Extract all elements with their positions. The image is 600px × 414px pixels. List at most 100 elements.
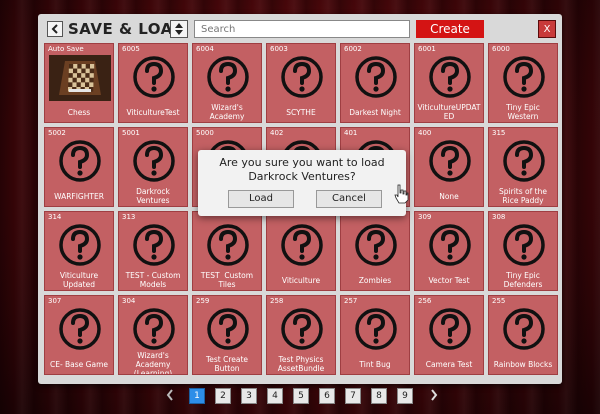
save-tile[interactable]: 6002 Darkest Night (340, 43, 410, 123)
chevron-left-icon (166, 389, 173, 401)
load-button[interactable]: Load (228, 190, 294, 208)
save-tile[interactable]: 309 Vector Test (414, 211, 484, 291)
tile-name-label: Vector Test (428, 275, 470, 285)
save-tile[interactable]: 258 Test Physics AssetBundle (266, 295, 336, 375)
tile-name-label: WARFIGHTER (54, 191, 104, 201)
cancel-button[interactable]: Cancel (316, 190, 382, 208)
tile-name-label: ViticultureTest (126, 107, 180, 117)
question-mark-icon (354, 223, 398, 267)
save-tile[interactable]: 6000 Tiny Epic Western (488, 43, 558, 123)
tile-id-label: 6005 (122, 45, 140, 53)
page-button[interactable]: 8 (371, 388, 387, 404)
page-button[interactable]: 9 (397, 388, 413, 404)
next-page-button[interactable] (427, 388, 441, 404)
search-input[interactable] (194, 20, 410, 38)
tile-name-label: Darkest Night (349, 107, 401, 117)
hand-cursor-icon (394, 184, 409, 204)
question-mark-icon (132, 223, 176, 267)
save-tile[interactable]: 257 Tint Bug (340, 295, 410, 375)
create-button[interactable]: Create (416, 20, 484, 38)
save-tile[interactable]: 313 TEST - Custom Models (118, 211, 188, 291)
tile-name-label: Chess (67, 107, 91, 117)
save-tile[interactable]: 256 Camera Test (414, 295, 484, 375)
tile-id-label: 402 (270, 129, 284, 137)
tile-id-label: 6004 (196, 45, 214, 53)
question-mark-icon (354, 307, 398, 351)
tile-name-label: Tiny Epic Defenders (503, 271, 543, 289)
back-button[interactable] (47, 21, 63, 37)
question-mark-icon (502, 223, 546, 267)
close-button[interactable]: X (538, 20, 556, 38)
question-mark-icon (428, 139, 472, 183)
save-tile[interactable]: 308 Tiny Epic Defenders (488, 211, 558, 291)
save-tile[interactable]: 6005 ViticultureTest (118, 43, 188, 123)
chevron-right-icon (431, 389, 438, 401)
tile-name-label: Darkrock Ventures (136, 187, 173, 205)
tile-id-label: 256 (418, 297, 432, 305)
question-mark-icon (132, 307, 176, 351)
tile-id-label: 401 (344, 129, 358, 137)
save-tile[interactable]: 5002 WARFIGHTER (44, 127, 114, 207)
tile-id-label: 259 (196, 297, 210, 305)
tile-id-label: 308 (492, 213, 506, 221)
question-mark-icon (58, 223, 102, 267)
page-button[interactable]: 2 (215, 388, 231, 404)
question-mark-icon (428, 307, 472, 351)
save-tile[interactable]: TEST Custom Tiles (192, 211, 262, 291)
save-tile[interactable]: 307 CE- Base Game (44, 295, 114, 375)
question-mark-icon (206, 55, 250, 99)
page-button[interactable]: 1 (189, 388, 205, 404)
page-button[interactable]: 5 (293, 388, 309, 404)
page-button[interactable]: 4 (267, 388, 283, 404)
question-mark-icon (206, 223, 250, 267)
tile-name-label: Rainbow Blocks (493, 359, 553, 369)
tile-id-label: 258 (270, 297, 284, 305)
save-tile[interactable]: 6001 ViticultureUPDAT ED (414, 43, 484, 123)
question-mark-icon (58, 307, 102, 351)
tile-id-label: 5001 (122, 129, 140, 137)
save-tile[interactable]: 255 Rainbow Blocks (488, 295, 558, 375)
save-tile[interactable]: 314 Viticulture Updated (44, 211, 114, 291)
tile-id-label: Auto Save (48, 45, 84, 53)
tile-id-label: 313 (122, 213, 136, 221)
question-mark-icon (280, 55, 324, 99)
save-tile[interactable]: Auto Save Chess (44, 43, 114, 123)
question-mark-icon (132, 55, 176, 99)
page-button[interactable]: 6 (319, 388, 335, 404)
question-mark-icon (280, 307, 324, 351)
save-tile[interactable]: 259 Test Create Button (192, 295, 262, 375)
save-tile[interactable]: 315 Spirits of the Rice Paddy (488, 127, 558, 207)
confirm-load-dialog: Are you sure you want to load Darkrock V… (198, 150, 406, 216)
page-button[interactable]: 7 (345, 388, 361, 404)
tile-id-label: 257 (344, 297, 358, 305)
question-mark-icon (502, 307, 546, 351)
dialog-message: Are you sure you want to load Darkrock V… (219, 156, 385, 183)
tile-name-label: Spirits of the Rice Paddy (499, 187, 550, 205)
save-tile[interactable]: Viticulture (266, 211, 336, 291)
tile-id-label: 315 (492, 129, 506, 137)
save-tile[interactable]: 6004 Wizard's Academy (192, 43, 262, 123)
save-tile[interactable]: 5001 Darkrock Ventures (118, 127, 188, 207)
chevron-left-icon (51, 24, 58, 34)
save-tile[interactable]: 304 Wizard's Academy (Learning) (118, 295, 188, 375)
question-mark-icon (502, 139, 546, 183)
save-tile[interactable]: 400 None (414, 127, 484, 207)
question-mark-icon (428, 223, 472, 267)
question-mark-icon (58, 139, 102, 183)
save-tile[interactable]: Zombies (340, 211, 410, 291)
tile-name-label: TEST Custom Tiles (200, 271, 256, 289)
question-mark-icon (280, 223, 324, 267)
tile-id-label: 6001 (418, 45, 436, 53)
tile-id-label: 309 (418, 213, 432, 221)
sort-button[interactable] (170, 20, 188, 38)
tile-name-label: Camera Test (425, 359, 473, 369)
page-button[interactable]: 3 (241, 388, 257, 404)
tile-name-label: TEST - Custom Models (125, 271, 183, 289)
tile-id-label: 5002 (48, 129, 66, 137)
question-mark-icon (354, 55, 398, 99)
tile-id-label: 5000 (196, 129, 214, 137)
sort-icon (175, 23, 183, 35)
tile-id-label: 400 (418, 129, 432, 137)
prev-page-button[interactable] (163, 388, 177, 404)
save-tile[interactable]: 6003 SCYTHE (266, 43, 336, 123)
